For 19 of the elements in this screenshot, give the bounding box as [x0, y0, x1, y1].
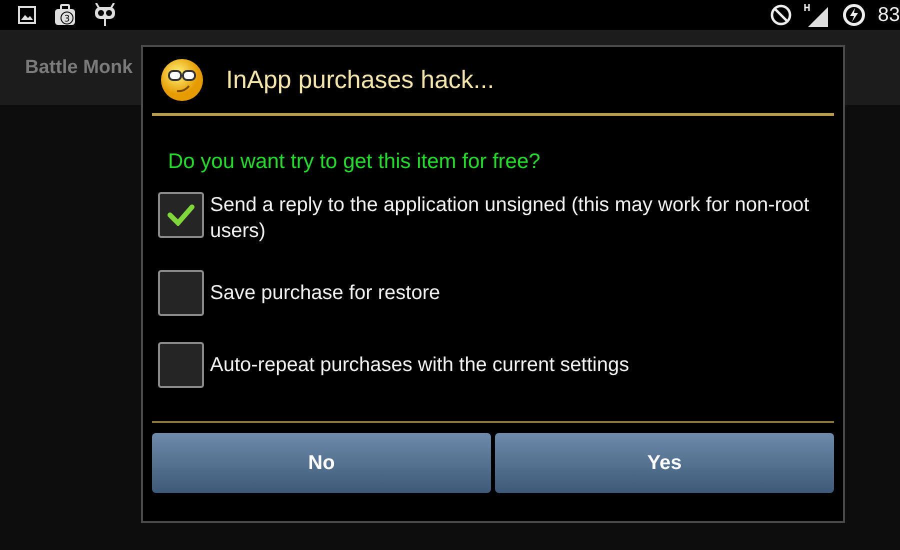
checkmark-icon	[167, 204, 195, 226]
checkbox[interactable]	[158, 270, 204, 316]
image-icon	[18, 6, 36, 24]
robot-icon	[94, 3, 116, 27]
signal-icon	[804, 3, 830, 27]
battery-charging-icon	[842, 3, 866, 27]
no-button[interactable]: No	[152, 433, 491, 493]
app-title: Battle Monk	[25, 56, 133, 78]
dialog-title: InApp purchases hack...	[226, 66, 494, 94]
option-label: Send a reply to the application unsigned (this may work for non-root users)	[210, 193, 810, 244]
checkbox[interactable]	[158, 342, 204, 388]
smiley-icon	[160, 58, 204, 102]
question-text: Do you want try to get this item for free?	[168, 150, 542, 174]
option-label: Auto-repeat purchases with the current settings	[210, 353, 630, 378]
do-not-disturb-icon	[770, 4, 792, 26]
option-label: Save purchase for restore	[210, 281, 440, 306]
battery-percentage: 83	[878, 4, 900, 26]
yes-button[interactable]: Yes	[495, 433, 834, 493]
checkbox[interactable]	[158, 192, 204, 238]
